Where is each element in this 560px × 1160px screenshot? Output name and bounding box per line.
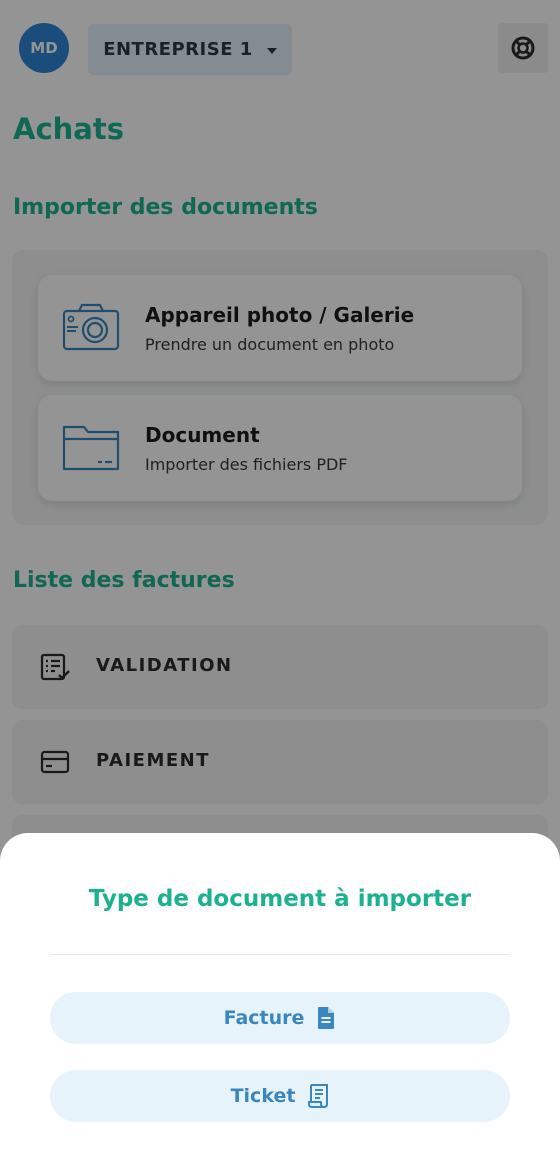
document-icon [318,1007,335,1029]
sheet-title: Type de document à importer [88,886,472,912]
document-type-sheet: Type de document à importer Facture Tick… [0,833,560,1160]
invoice-option-button[interactable]: Facture [50,992,510,1044]
option-label: Ticket [230,1085,296,1107]
divider [50,954,510,955]
receipt-icon [308,1084,329,1108]
ticket-option-button[interactable]: Ticket [50,1070,510,1122]
option-label: Facture [223,1007,305,1029]
